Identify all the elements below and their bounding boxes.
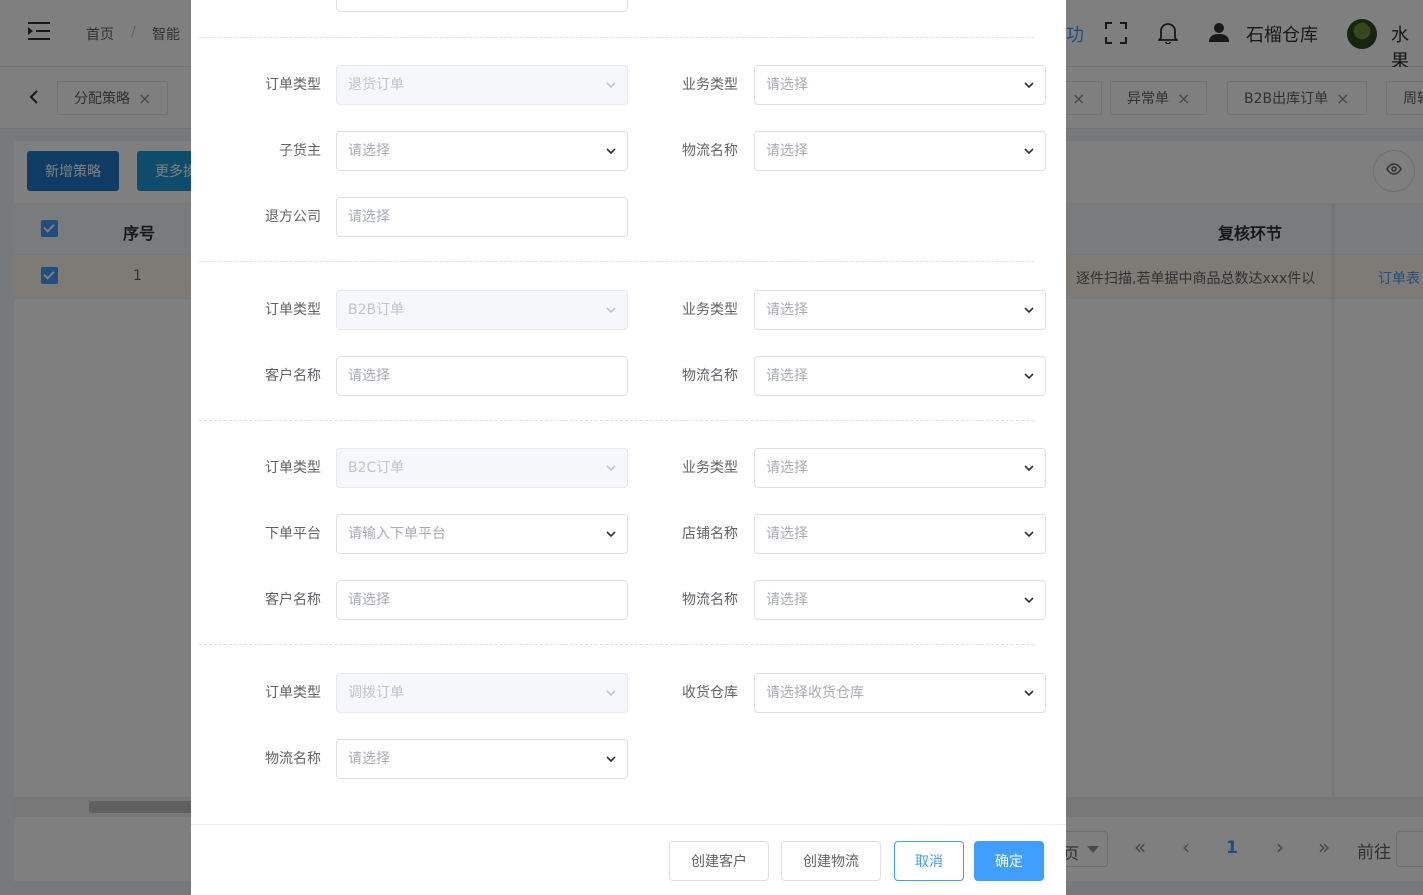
form-item: 业务类型 请选择 [191,65,1066,105]
form-item: 物流名称 请选择 [191,356,1066,396]
select-field[interactable]: 请选择 [754,131,1046,171]
form-item: 物流名称 请选择 [191,580,1066,620]
section-divider [199,37,1034,38]
form-item: 退方公司 请选择 [191,197,1066,237]
select-field[interactable]: 请选择 [754,514,1046,554]
select-field[interactable]: 请选择收货仓库 [754,673,1046,713]
select-field[interactable]: 请选择 [754,356,1046,396]
form-item: 物流名称 请选择 [191,131,1066,171]
field-placeholder: 请选择 [348,751,390,767]
field-placeholder: 请选择 [348,209,390,225]
create-logistics-button[interactable]: 创建物流 [781,841,881,881]
chevron-down-icon [1023,462,1035,474]
chevron-down-icon [1023,145,1035,157]
chevron-down-icon [1023,528,1035,540]
strategy-dialog: 订单类型 退货订单 业务类型 请选择 子货主 请选择 物流名称 请选择 退方公司 请选择 订单类型 B… [191,0,1066,895]
field-placeholder: 请选择 [766,592,808,608]
chevron-down-icon [1023,79,1035,91]
field-placeholder: 请选择 [766,368,808,384]
form-label: 退方公司 [265,209,321,225]
form-label: 物流名称 [265,751,321,767]
form-item: 物流名称 请选择 [191,739,1066,779]
field-placeholder: 请选择 [766,460,808,476]
form-label: 收货仓库 [682,685,738,701]
select-field[interactable]: 请选择 [754,580,1046,620]
dialog-body[interactable]: 订单类型 退货订单 业务类型 请选择 子货主 请选择 物流名称 请选择 退方公司 请选择 订单类型 B… [191,0,1066,824]
confirm-button[interactable]: 确定 [974,841,1044,881]
field-placeholder: 请选择 [766,302,808,318]
section-divider [199,420,1034,421]
select-field[interactable]: 请选择 [754,65,1046,105]
chevron-down-icon [1023,304,1035,316]
form-item: 店铺名称 请选择 [191,514,1066,554]
section-divider [199,644,1034,645]
form-label: 业务类型 [682,302,738,318]
form-item: 业务类型 请选择 [191,290,1066,330]
select-field[interactable]: 请选择 [754,290,1046,330]
chevron-down-icon [1023,687,1035,699]
select-field[interactable]: 请选择 [754,448,1046,488]
form-item: 业务类型 请选择 [191,448,1066,488]
section-divider [199,261,1034,262]
form-label: 物流名称 [682,143,738,159]
chevron-down-icon [1023,594,1035,606]
form-label: 业务类型 [682,460,738,476]
field-placeholder: 请选择 [766,77,808,93]
dialog-footer: 创建客户 创建物流 取消 确定 [191,824,1066,895]
select-field[interactable]: 请选择 [336,739,628,779]
form-label: 店铺名称 [682,526,738,542]
form-label: 物流名称 [682,592,738,608]
field-placeholder: 请选择 [766,143,808,159]
form-label: 业务类型 [682,77,738,93]
form-label: 物流名称 [682,368,738,384]
clipped-field[interactable] [336,0,628,12]
create-customer-button[interactable]: 创建客户 [669,841,769,881]
input-field[interactable]: 请选择 [336,197,628,237]
form-item: 收货仓库 请选择收货仓库 [191,673,1066,713]
chevron-down-icon [1023,370,1035,382]
cancel-button[interactable]: 取消 [894,841,964,881]
field-placeholder: 请选择 [766,526,808,542]
field-placeholder: 请选择收货仓库 [766,685,864,701]
chevron-down-icon [605,753,617,765]
